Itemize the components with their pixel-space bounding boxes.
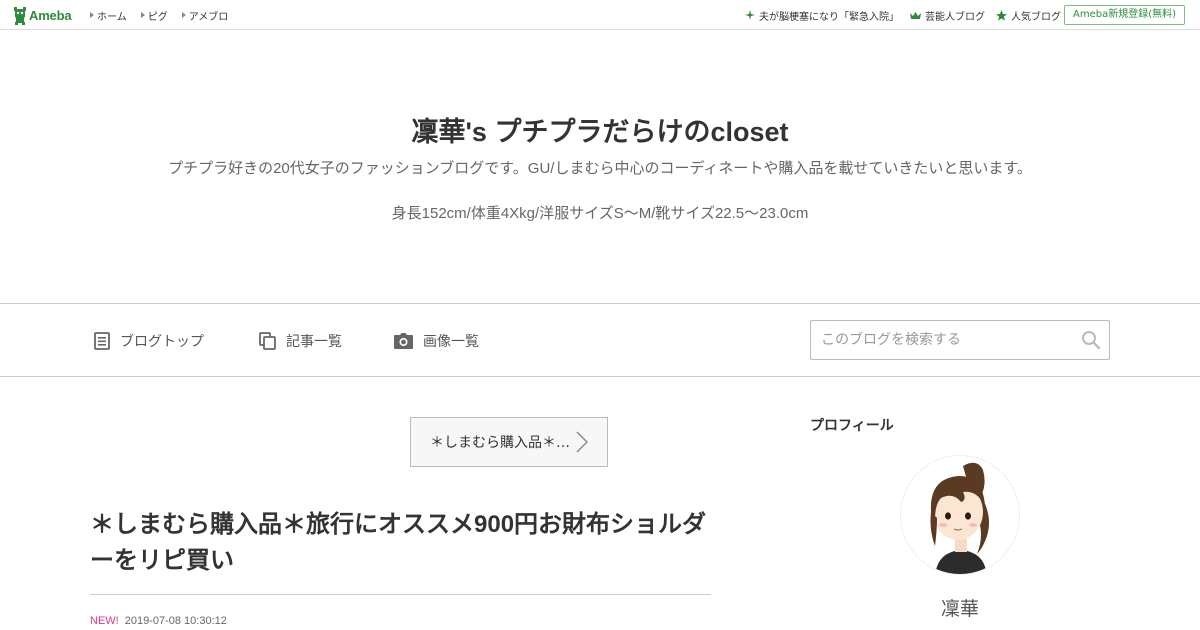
- top-link-popular[interactable]: 人気ブログ: [996, 8, 1061, 23]
- top-link-label: 人気ブログ: [1011, 11, 1061, 23]
- top-bar: Ameba ホーム ピグ アメブロ 夫が脳梗塞になり「緊急入院」 芸能人ブログ …: [0, 0, 1200, 30]
- document-icon: [94, 332, 110, 350]
- top-nav-pigg[interactable]: ピグ: [140, 8, 168, 23]
- top-nav: ホーム ピグ アメブロ: [90, 0, 242, 30]
- nav-article-list[interactable]: 記事一覧: [259, 330, 342, 352]
- avatar[interactable]: [900, 455, 1020, 575]
- top-link-trending[interactable]: 夫が脳梗塞になり「緊急入院」: [745, 8, 899, 23]
- top-link-label: 芸能人ブログ: [925, 11, 985, 23]
- blog-description-profile: 身長152cm/体重4Xkg/洋服サイズS〜M/靴サイズ22.5〜23.0cm: [391, 205, 809, 222]
- post-date: 2019-07-08 10:30:12: [124, 615, 227, 627]
- logo-text: Ameba: [29, 8, 72, 23]
- theme-link-button[interactable]: ＊しまむら購入品＊…: [410, 417, 608, 467]
- post-title[interactable]: ＊しまむら購入品＊旅行にオススメ900円お財布ショルダーをリピ買い: [90, 507, 710, 579]
- triangle-icon: [90, 12, 94, 18]
- profile-name[interactable]: 凜華: [810, 594, 1110, 621]
- top-link-label: 夫が脳梗塞になり「緊急入院」: [759, 11, 899, 23]
- nav-label: ブログトップ: [120, 334, 204, 350]
- sparkle-icon: [745, 10, 755, 20]
- star-icon: [996, 9, 1007, 21]
- top-nav-ameblo[interactable]: アメブロ: [181, 8, 229, 23]
- top-link-celebrity[interactable]: 芸能人ブログ: [910, 8, 985, 23]
- search-icon[interactable]: [1081, 330, 1101, 350]
- top-nav-label: ホーム: [97, 11, 127, 23]
- blog-nav-bar: ブログトップ 記事一覧 画像一覧: [0, 303, 1200, 377]
- ameba-logo[interactable]: Ameba: [13, 6, 72, 25]
- blog-description: プチプラ好きの20代女子のファッションブログです。GU/しまむら中心のコーディネ…: [168, 160, 1032, 177]
- search-input[interactable]: [811, 321, 1071, 359]
- top-nav-home[interactable]: ホーム: [90, 8, 127, 23]
- top-links: 夫が脳梗塞になり「緊急入院」 芸能人ブログ 人気ブログ: [734, 0, 1061, 30]
- chevron-right-icon: [576, 431, 588, 453]
- nav-label: 画像一覧: [423, 334, 479, 350]
- post-divider: [90, 594, 711, 595]
- register-button[interactable]: Ameba新規登録(無料): [1063, 5, 1185, 25]
- copy-icon: [259, 332, 276, 350]
- crown-icon: [910, 11, 921, 20]
- top-nav-label: アメブロ: [188, 11, 229, 23]
- avatar-illustration: [901, 456, 1019, 574]
- nav-image-list[interactable]: 画像一覧: [394, 330, 479, 352]
- triangle-icon: [181, 12, 186, 18]
- top-nav-label: ピグ: [147, 11, 168, 23]
- camera-icon: [394, 333, 413, 349]
- profile-heading: プロフィール: [810, 417, 894, 433]
- triangle-icon: [140, 12, 145, 18]
- new-badge: NEW!: [90, 615, 119, 627]
- nav-blog-top[interactable]: ブログトップ: [94, 330, 204, 352]
- nav-label: 記事一覧: [286, 334, 342, 350]
- ameba-logo-icon: [14, 6, 26, 25]
- blog-title[interactable]: 凜華's プチプラだらけのcloset: [0, 110, 1200, 149]
- blog-search: [810, 320, 1110, 360]
- theme-label: ＊しまむら購入品＊…: [430, 435, 570, 451]
- post-meta: NEW! 2019-07-08 10:30:12: [90, 615, 227, 627]
